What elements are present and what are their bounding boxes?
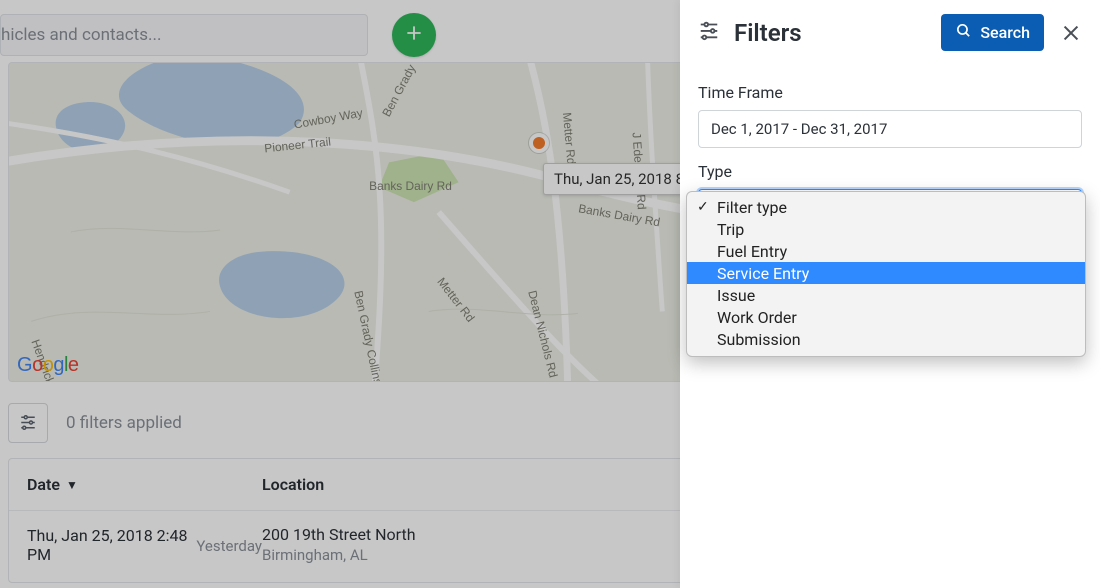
search-icon xyxy=(955,22,972,43)
filters-panel-header: Filters Search xyxy=(680,0,1100,59)
type-option-issue[interactable]: Issue xyxy=(687,284,1085,306)
road-label: Banks Dairy Rd xyxy=(369,179,452,193)
column-header-location-label: Location xyxy=(262,475,324,494)
sliders-icon xyxy=(698,19,720,47)
filters-panel-title: Filters xyxy=(734,19,802,47)
close-panel-button[interactable] xyxy=(1060,22,1082,44)
column-header-date[interactable]: Date ▼ xyxy=(27,475,262,494)
type-option-filter-type[interactable]: Filter type xyxy=(687,196,1085,218)
sliders-icon xyxy=(19,412,37,434)
type-option-fuel-entry[interactable]: Fuel Entry xyxy=(687,240,1085,262)
type-option-work-order[interactable]: Work Order xyxy=(687,306,1085,328)
cell-date-sub: Yesterday xyxy=(196,537,262,555)
time-frame-input[interactable]: Dec 1, 2017 - Dec 31, 2017 xyxy=(698,110,1082,148)
sort-desc-icon: ▼ xyxy=(66,478,78,492)
type-label: Type xyxy=(698,162,1082,181)
type-option-trip[interactable]: Trip xyxy=(687,218,1085,240)
filters-panel: Filters Search Time Frame Dec 1, 2017 - … xyxy=(680,0,1100,588)
type-dropdown: Filter type Trip Fuel Entry Service Entr… xyxy=(686,191,1086,357)
add-button[interactable] xyxy=(392,13,436,57)
type-option-service-entry[interactable]: Service Entry xyxy=(687,262,1085,284)
type-select[interactable]: Filter type Trip Fuel Entry Service Entr… xyxy=(698,189,1082,227)
time-frame-value: Dec 1, 2017 - Dec 31, 2017 xyxy=(711,120,887,138)
filters-applied-label: 0 filters applied xyxy=(66,413,182,433)
close-icon xyxy=(1060,29,1082,48)
search-placeholder: hicles and contacts... xyxy=(1,25,161,45)
apply-search-label: Search xyxy=(980,23,1030,42)
type-option-submission[interactable]: Submission xyxy=(687,328,1085,350)
map-marker[interactable] xyxy=(529,133,549,153)
time-frame-label: Time Frame xyxy=(698,83,1082,102)
plus-icon xyxy=(404,23,424,47)
global-search-input[interactable]: hicles and contacts... xyxy=(0,14,368,56)
apply-search-button[interactable]: Search xyxy=(941,14,1044,51)
open-filters-button[interactable] xyxy=(8,403,48,443)
cell-date-main: Thu, Jan 25, 2018 2:48 PM xyxy=(27,526,190,564)
column-header-date-label: Date xyxy=(27,475,60,494)
google-logo: Google xyxy=(17,354,79,377)
